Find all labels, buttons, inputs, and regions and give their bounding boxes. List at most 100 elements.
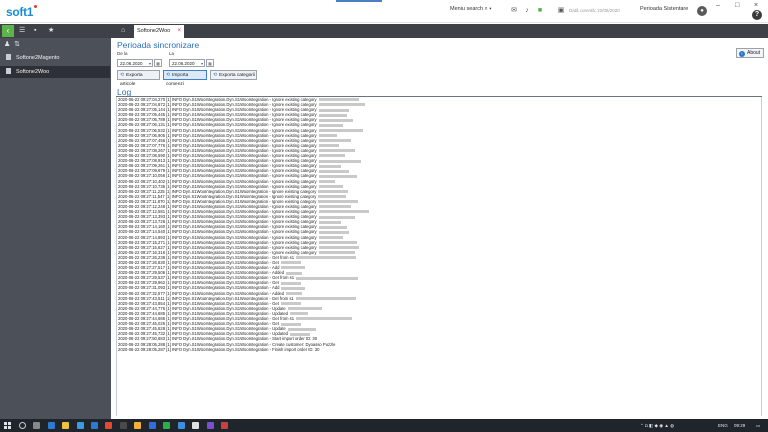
minimize-button[interactable]: – [716,2,720,9]
sidebar-item-label: Softone2Woo [16,69,50,75]
about-label: About [747,50,761,56]
tab-close-icon[interactable]: × [177,25,181,38]
redacted-value [296,317,353,321]
redacted-value [296,276,359,280]
redacted-value [290,312,309,316]
sidebar-item-label: Softone2Magento [16,55,60,61]
sidebar-item-softone2magento[interactable]: Softone2Magento [0,52,110,64]
chevron-down-icon: ▾ [148,61,151,66]
current-date-label: Dată curentă: 22/06/2020 [569,8,620,13]
sidebar-item-softone2woo[interactable]: Softone2Woo [0,66,110,78]
bell-icon[interactable]: ♪ [523,7,531,14]
visual-studio-icon[interactable] [207,422,214,429]
mail-icon[interactable] [77,422,84,429]
mail-icon[interactable]: ✉ [510,7,518,14]
list-icon[interactable]: ☰ [19,27,25,35]
home-icon[interactable]: ⌂ [121,27,125,34]
task-view-icon[interactable] [33,422,40,429]
redacted-value [318,235,343,239]
edge-icon[interactable] [48,422,55,429]
back-button[interactable]: ‹ [2,25,14,37]
redacted-value [318,108,349,112]
help-icon[interactable]: ? [752,10,762,20]
search-icon[interactable] [19,422,26,429]
tab-softone2woo[interactable]: Softone2Woo × [134,25,184,38]
notifications-icon[interactable]: ▭ [756,423,760,429]
tray-language[interactable]: ENG [718,423,728,428]
to-label: La [169,51,175,56]
redacted-value [318,144,339,148]
calendar-icon[interactable]: ▦ [206,59,214,67]
close-button[interactable]: × [754,2,758,9]
redacted-value [318,118,353,122]
redacted-value [318,210,369,214]
star-icon[interactable]: ★ [48,27,54,35]
page-title: Perioada sincronizare [117,40,200,50]
document-icon [6,54,11,60]
app-icon[interactable] [178,422,185,429]
export-categories-button[interactable]: ⟲ Exporta categorii [210,70,257,80]
redacted-value [287,307,322,311]
redacted-value [286,271,303,275]
search-icon: ⌕ [484,6,488,12]
to-date-value: 22.06.2020 [172,61,195,66]
toolbar [0,24,768,38]
redacted-value [318,149,355,153]
sidebar-tools: ♟ ⇅ [4,40,20,48]
to-date-field[interactable]: 22.06.2020 ▾ [169,59,205,67]
app-icon[interactable] [105,422,112,429]
redacted-value [296,256,357,260]
redacted-value [318,215,355,219]
redacted-value [295,297,356,301]
document-icon [6,68,11,74]
app-icon[interactable] [163,422,170,429]
windows-start-icon[interactable] [4,422,11,429]
redacted-value [281,286,306,290]
redacted-value [318,123,343,127]
app-icon[interactable] [149,422,156,429]
store-icon[interactable] [91,422,98,429]
redacted-value [318,220,341,224]
period-selector[interactable]: Perioada Sistentare [640,6,688,12]
redacted-value [318,169,349,173]
app-icon[interactable] [221,422,228,429]
chrome-icon[interactable] [134,422,141,429]
redacted-value [318,184,343,188]
tab-title: Softone2Woo [137,28,171,34]
redacted-value [318,246,359,250]
from-date-value: 22.06.2020 [120,61,143,66]
log-output[interactable]: 2020-06-22 09:27:04,270 [1] INFO Dyn.S1W… [116,97,762,416]
avatar[interactable]: ● [697,6,707,16]
import-orders-button[interactable]: ⟲ Importa comenzi [163,70,207,87]
sync-icon: ⟲ [213,73,218,78]
about-button[interactable]: i About [736,48,764,58]
users-icon[interactable]: ♟ [4,41,10,48]
calendar-icon[interactable]: ▦ [154,59,162,67]
redacted-value [318,230,349,234]
redacted-value [318,128,363,132]
info-icon: i [739,51,745,57]
app-icon[interactable] [120,422,127,429]
tray-icons[interactable]: ⌃ ◘ ◧ ◆ ◉ ▲ ◍ [640,423,674,429]
app-icon[interactable] [192,422,199,429]
redacted-value [318,200,359,204]
from-date-field[interactable]: 22.06.2020 ▾ [117,59,153,67]
maximize-button[interactable]: □ [735,2,739,9]
header-accent-line [336,0,382,2]
calendar-icon[interactable]: ▣ [557,7,565,14]
export-articles-button[interactable]: ⟲ Exporta articole [117,70,160,87]
tray-clock[interactable]: 09:29 [734,423,745,428]
redacted-value [318,159,361,163]
folder-icon[interactable] [62,422,69,429]
log-line-text: 2020-06-22 09:28:05,287 [1] INFO Dyn.S1W… [118,346,320,352]
menu-search[interactable]: Meniu search ⌕ ▾ [450,6,492,13]
redacted-value [281,266,306,270]
chat-icon[interactable]: ■ [536,7,544,14]
button-label: Exporta categorii [219,73,256,78]
redacted-value [318,113,347,117]
lock-icon[interactable]: ▪ [34,27,36,35]
sidebar [0,38,111,419]
sort-icon[interactable]: ⇅ [14,41,20,48]
redacted-value [280,261,301,265]
soft1-logo: soft1 [6,5,38,19]
